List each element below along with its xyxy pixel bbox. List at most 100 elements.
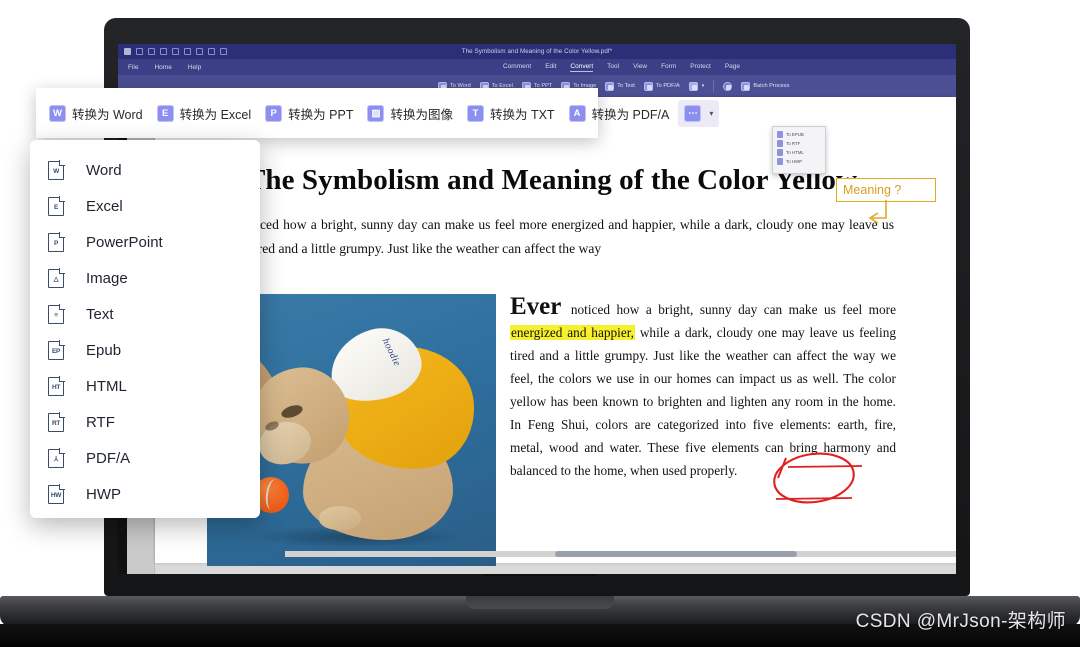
menu-item-edit[interactable]: Edit	[545, 63, 556, 71]
watermark-text: CSDN @MrJson-架构师	[855, 611, 1066, 632]
menu-item-convert[interactable]: Convert	[570, 63, 594, 72]
format-item-epub[interactable]: EP Epub	[30, 332, 260, 368]
new-file-icon[interactable]	[136, 48, 143, 55]
ribbon-to-pdfa-button[interactable]: To PDF/A	[643, 81, 680, 91]
convert-to-excel-button[interactable]: E 转换为 Excel	[152, 100, 257, 127]
print-icon[interactable]	[172, 48, 179, 55]
to-pdfa-icon	[643, 81, 653, 91]
dropdown-hwp-label: To HWP	[786, 159, 803, 164]
menu-item-form[interactable]: Form	[661, 63, 676, 71]
horizontal-scrollbar-thumb[interactable]	[555, 551, 797, 557]
customize-icon[interactable]	[220, 48, 227, 55]
menu-item-comment[interactable]: Comment	[503, 63, 531, 71]
ribbon-to-text-button[interactable]: To Text	[605, 81, 635, 91]
format-item-text[interactable]: ≡ Text	[30, 296, 260, 332]
highlight-annotation: energized and happier,	[510, 324, 635, 340]
convert-to-ppt-label: 转换为 PPT	[288, 107, 354, 122]
convert-to-image-button[interactable]: ▨ 转换为图像	[362, 100, 458, 127]
redo-icon[interactable]	[208, 48, 215, 55]
format-hwp-label: HWP	[86, 485, 121, 503]
format-rtf-label: RTF	[86, 413, 115, 431]
word-icon: W	[49, 104, 66, 122]
quick-access-toolbar[interactable]	[118, 48, 227, 55]
format-item-pdfa[interactable]: ⅄ PDF/A	[30, 440, 260, 476]
laptop-base-notch	[466, 596, 614, 609]
format-pdfa-label: PDF/A	[86, 449, 131, 467]
epub-doc-glyph: EP	[51, 347, 61, 355]
format-item-rtf[interactable]: RT RTF	[30, 404, 260, 440]
format-item-excel[interactable]: E Excel	[30, 188, 260, 224]
hwp-doc-icon: HW	[48, 483, 65, 504]
excel-icon: E	[156, 104, 174, 122]
strikethrough-annotation	[775, 465, 863, 500]
excel-doc-glyph: E	[53, 203, 59, 211]
body-part-1: noticed how a bright, sunny day can make…	[564, 301, 896, 317]
app-logo-icon	[124, 48, 131, 55]
format-dropdown-menu[interactable]: W Word E Excel P PowerPoint △ Image ≡ Te…	[30, 140, 260, 518]
menu-center-group: Comment Edit Convert Tool View Form Prot…	[503, 63, 740, 72]
ribbon-separator	[713, 80, 715, 92]
convert-to-ppt-button[interactable]: P 转换为 PPT	[260, 100, 358, 127]
menu-bar: File Home Help Comment Edit Convert Tool…	[118, 59, 956, 75]
html-doc-icon: HT	[48, 375, 65, 396]
menu-item-page[interactable]: Page	[725, 63, 740, 71]
article-body-text: Ever noticed how a bright, sunny day can…	[510, 294, 896, 566]
batch-process-icon	[741, 81, 751, 91]
convert-to-excel-label: 转换为 Excel	[179, 107, 252, 122]
dropdown-item-html[interactable]: To HTML	[773, 148, 825, 157]
menu-item-view[interactable]: View	[633, 63, 647, 71]
format-item-powerpoint[interactable]: P PowerPoint	[30, 224, 260, 260]
share-icon[interactable]	[184, 48, 191, 55]
rtf-doc-icon: RT	[48, 411, 65, 432]
callout-leader-line	[868, 200, 887, 224]
undo-icon[interactable]	[196, 48, 203, 55]
convert-to-image-label: 转换为图像	[390, 107, 453, 122]
convert-more-dropdown[interactable]: To EPUB To RTF To HTML To HWP	[772, 126, 826, 174]
menu-item-home[interactable]: Home	[154, 64, 171, 71]
epub-doc-icon: EP	[48, 339, 65, 360]
save-icon[interactable]	[160, 48, 167, 55]
dog-paw	[319, 505, 361, 530]
convert-to-word-label: 转换为 Word	[72, 107, 143, 122]
more-formats-button[interactable]: ⋯ ▾	[678, 99, 720, 127]
callout-text: Meaning ?	[843, 183, 902, 197]
more-formats-icon	[688, 81, 698, 91]
to-text-icon	[605, 81, 615, 91]
menu-item-protect[interactable]: Protect	[690, 63, 711, 71]
menu-left-group: File Home Help	[118, 64, 201, 71]
convert-to-word-button[interactable]: W 转换为 Word	[44, 100, 148, 127]
ribbon-settings-button[interactable]	[723, 81, 733, 91]
ribbon-to-pdfa-label: To PDF/A	[655, 83, 680, 89]
format-item-html[interactable]: HT HTML	[30, 368, 260, 404]
menu-item-help[interactable]: Help	[188, 64, 201, 71]
lead-ellipsis: …	[209, 264, 894, 280]
word-doc-glyph: W	[53, 167, 59, 175]
dropdown-item-hwp[interactable]: To HWP	[773, 157, 825, 166]
convert-to-pdfa-button[interactable]: A 转换为 PDF/A	[564, 100, 675, 127]
format-word-label: Word	[86, 161, 122, 179]
menu-item-tool[interactable]: Tool	[607, 63, 619, 71]
format-epub-label: Epub	[86, 341, 122, 359]
ribbon-more-formats-button[interactable]	[688, 81, 705, 91]
menu-item-file[interactable]: File	[128, 64, 138, 71]
window-title: The Symbolism and Meaning of the Color Y…	[461, 48, 613, 55]
convert-to-txt-button[interactable]: T 转换为 TXT	[462, 100, 560, 127]
window-titlebar: The Symbolism and Meaning of the Color Y…	[118, 44, 956, 59]
format-item-word[interactable]: W Word	[30, 152, 260, 188]
floating-convert-toolbar[interactable]: W 转换为 Word E 转换为 Excel P 转换为 PPT ▨ 转换为图像…	[36, 88, 720, 138]
format-html-label: HTML	[86, 377, 127, 395]
dropdown-item-rtf[interactable]: To RTF	[773, 139, 825, 148]
ribbon-batch-label: Batch Process	[753, 83, 790, 89]
dropdown-item-epub[interactable]: To EPUB	[773, 130, 825, 139]
gear-icon	[723, 81, 733, 91]
ppt-icon: P	[265, 104, 283, 122]
open-file-icon[interactable]	[148, 48, 155, 55]
ribbon-batch-process-button[interactable]: Batch Process	[741, 81, 790, 91]
to-rtf-icon	[777, 140, 783, 147]
image-doc-icon: △	[48, 267, 65, 288]
format-item-hwp[interactable]: HW HWP	[30, 476, 260, 512]
format-item-image[interactable]: △ Image	[30, 260, 260, 296]
format-excel-label: Excel	[86, 197, 123, 215]
to-html-icon	[777, 149, 783, 156]
chevron-down-icon: ▾	[709, 108, 714, 118]
